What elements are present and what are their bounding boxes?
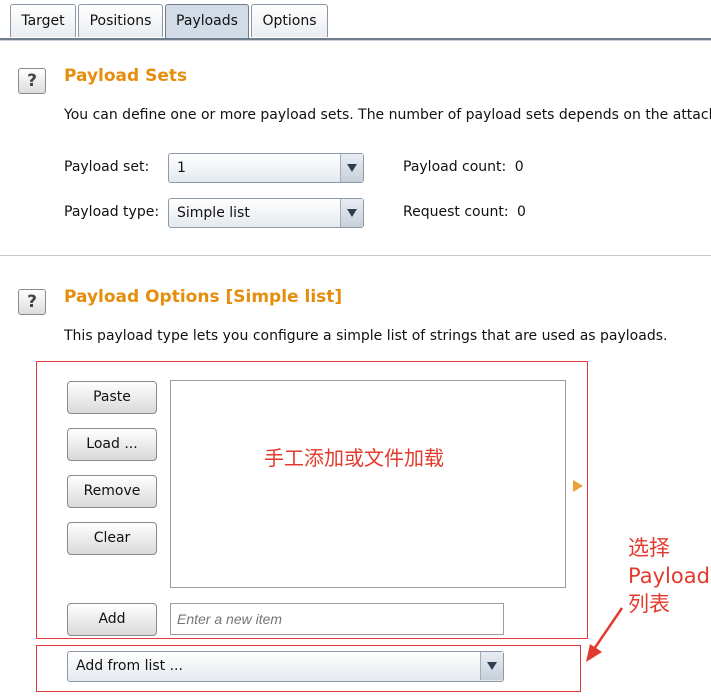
help-icon[interactable]: ?	[18, 68, 46, 94]
tab-payloads[interactable]: Payloads	[165, 4, 249, 39]
annotation-line-3: 列表	[628, 592, 670, 616]
annotation-arrow-shaft	[590, 607, 624, 653]
paste-button[interactable]: Paste	[67, 381, 157, 414]
section-divider	[0, 255, 711, 256]
load-button[interactable]: Load ...	[67, 428, 157, 461]
add-from-list-value: Add from list ...	[76, 658, 183, 674]
request-count-value: 0	[517, 204, 526, 220]
add-button[interactable]: Add	[67, 603, 157, 636]
chevron-down-icon	[340, 199, 363, 227]
payload-options-description: This payload type lets you configure a s…	[64, 328, 668, 344]
help-icon[interactable]: ?	[18, 289, 46, 315]
payload-set-select[interactable]: 1	[168, 153, 364, 183]
payload-list[interactable]	[170, 380, 566, 588]
tab-positions[interactable]: Positions	[78, 4, 163, 37]
new-item-input[interactable]	[170, 603, 504, 635]
payload-set-value: 1	[177, 160, 186, 176]
remove-button[interactable]: Remove	[67, 475, 157, 508]
tab-target[interactable]: Target	[10, 4, 76, 37]
tab-options[interactable]: Options	[251, 4, 328, 37]
payload-type-select[interactable]: Simple list	[168, 198, 364, 228]
clear-button[interactable]: Clear	[67, 522, 157, 555]
payload-count-value: 0	[514, 159, 524, 175]
tab-underline-highlight	[0, 40, 711, 41]
payload-set-label: Payload set:	[64, 159, 150, 175]
payload-sets-title: Payload Sets	[64, 66, 188, 86]
annotation-line-2: Payload	[628, 564, 710, 588]
payload-count: Payload count: 0	[403, 159, 524, 175]
chevron-down-icon	[480, 652, 503, 680]
payload-options-title: Payload Options [Simple list]	[64, 287, 343, 307]
annotation-arrow-icon	[586, 607, 624, 662]
annotation-side-note: 选择 Payload 列表	[628, 534, 710, 618]
annotation-line-1: 选择	[628, 536, 670, 560]
annotation-arrow-head	[586, 644, 602, 662]
payload-sets-description: You can define one or more payload sets.…	[64, 107, 711, 123]
request-count-label: Request count:	[403, 204, 509, 220]
payload-type-label: Payload type:	[64, 204, 160, 220]
payload-type-value: Simple list	[177, 205, 250, 221]
chevron-down-icon	[340, 154, 363, 182]
annotation-list-note: 手工添加或文件加载	[264, 446, 444, 470]
request-count: Request count: 0	[403, 204, 526, 220]
payload-count-label: Payload count:	[403, 159, 507, 175]
expand-arrow-icon[interactable]	[573, 480, 583, 492]
add-from-list-select[interactable]: Add from list ...	[67, 651, 504, 682]
